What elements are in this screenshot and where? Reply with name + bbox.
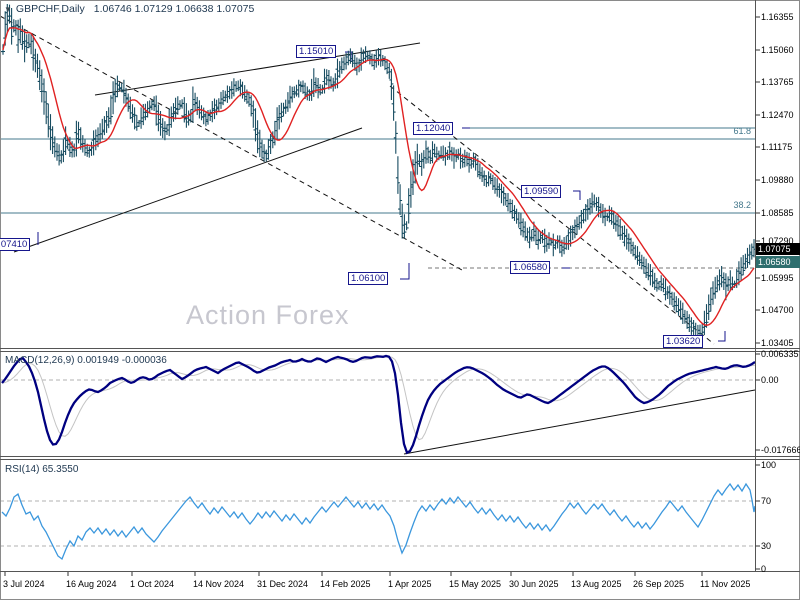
trendline[interactable]	[94, 42, 421, 96]
macd-trendline[interactable]	[403, 389, 756, 455]
rsi-scale-label: 100	[761, 460, 777, 470]
chart-canvas[interactable]	[0, 0, 800, 600]
x-axis-date-label: 26 Sep 2025	[633, 579, 685, 589]
x-axis-date-label: 1 Oct 2024	[130, 579, 175, 589]
y-axis-label: 1.03405	[761, 338, 794, 348]
callout-connector	[400, 263, 410, 280]
x-axis-date-label: 14 Feb 2025	[320, 579, 371, 589]
rsi-scale-label: 0	[761, 564, 767, 574]
trading-chart-window: ▼ GBPCHF,Daily 1.06746 1.07129 1.06638 1.0…	[0, 0, 800, 600]
x-axis-date-label: 16 Aug 2024	[66, 579, 117, 589]
macd-signal-line	[1, 356, 756, 441]
ohlc-values: 1.06746 1.07129 1.06638 1.07075	[93, 3, 255, 15]
macd-scale-label: 0.006335	[761, 349, 799, 359]
rsi-indicator-label: RSI(14) 65.3550	[5, 464, 79, 475]
y-axis-label: 1.04700	[761, 305, 794, 315]
callout-connector	[718, 331, 726, 342]
macd-scale-label: 0.00	[761, 375, 779, 385]
price-bars	[1, 4, 756, 344]
macd-indicator-label: MACD(12,26,9) 0.001949 -0.000036	[5, 355, 167, 366]
macd-main-line	[1, 354, 756, 455]
rsi-line	[1, 482, 756, 561]
marked-level-box: 1.06580	[756, 256, 800, 268]
symbol-label: GBPCHF,Daily	[15, 3, 85, 15]
x-axis-date-label: 14 Nov 2024	[193, 579, 245, 589]
x-axis-date-label: 1 Apr 2025	[388, 579, 432, 589]
fibonacci-label: 61.8	[733, 126, 751, 136]
price-level-callout[interactable]: 1.12040	[413, 122, 454, 135]
x-axis-date-label: 3 Jul 2024	[3, 579, 45, 589]
symbol-dropdown-icon[interactable]: ▼	[4, 5, 12, 14]
y-axis-label: 1.13765	[761, 77, 794, 87]
y-axis-label: 1.11175	[761, 142, 793, 152]
current-price-box: 1.07075	[756, 243, 800, 255]
x-axis-date-label: 31 Dec 2024	[257, 579, 309, 589]
rsi-scale-label: 30	[761, 541, 772, 551]
x-axis-date-label: 13 Aug 2025	[571, 579, 622, 589]
x-axis-date-label: 11 Nov 2025	[700, 579, 751, 589]
callout-connector	[573, 190, 581, 200]
y-axis-label: 1.08585	[761, 208, 794, 218]
price-level-callout[interactable]: 1.15010	[296, 45, 337, 58]
macd-scale-label: -0.017666	[761, 445, 800, 455]
fibonacci-label: 38.2	[733, 200, 751, 210]
price-level-callout[interactable]: 1.09590	[521, 185, 562, 198]
y-axis-label: 1.09880	[761, 175, 794, 185]
y-axis-label: 1.12470	[761, 110, 794, 120]
x-axis-date-label: 15 May 2025	[449, 579, 502, 589]
price-level-callout[interactable]: 1.06580	[510, 261, 551, 274]
rsi-scale-label: 70	[761, 496, 772, 506]
y-axis-label: 1.05995	[761, 273, 794, 283]
price-level-callout[interactable]: 1.03620	[663, 335, 704, 348]
price-level-callout[interactable]: 1.07410	[0, 238, 31, 251]
y-axis-label: 1.16355	[761, 12, 794, 22]
chart-title: ▼ GBPCHF,Daily 1.06746 1.07129 1.06638 1.0…	[4, 3, 254, 15]
watermark: Action Forex	[186, 300, 350, 330]
y-axis-label: 1.15060	[761, 45, 794, 55]
x-axis-date-label: 30 Jun 2025	[509, 579, 559, 589]
price-level-callout[interactable]: 1.06100	[348, 272, 389, 285]
